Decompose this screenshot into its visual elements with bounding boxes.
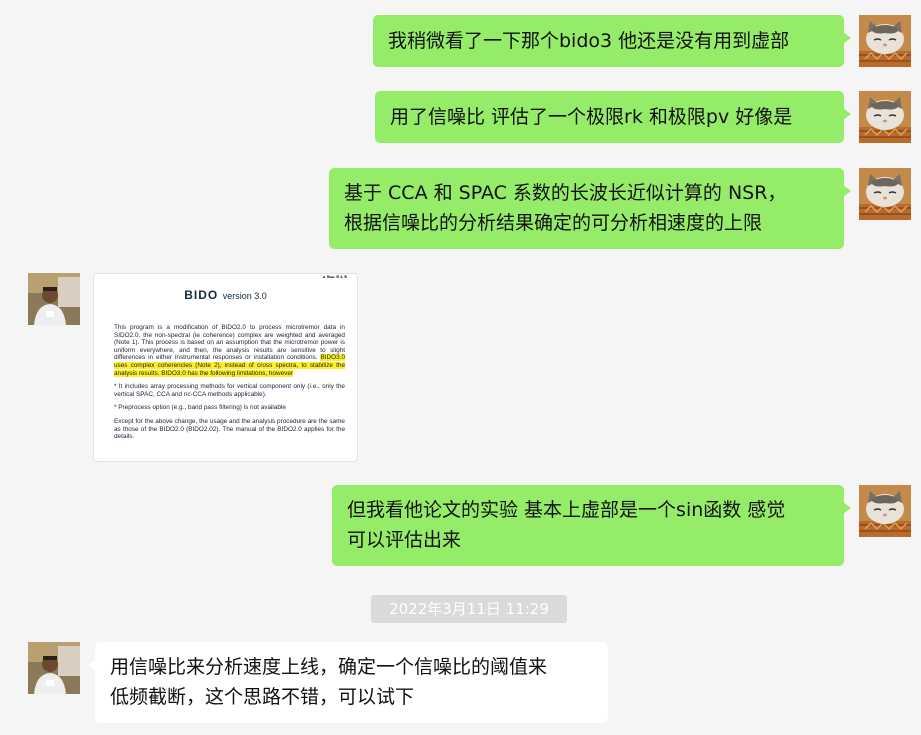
doc-paragraph: * Preprocess option (e.g., band pass fil…	[114, 404, 286, 412]
person-avatar-icon	[28, 642, 80, 694]
doc-title: BIDO version 3.0	[94, 286, 357, 304]
doc-paragraph: This program is a modification of BIDO2.…	[114, 324, 345, 377]
avatar-other[interactable]	[28, 642, 80, 694]
cat-avatar-icon	[859, 91, 911, 143]
avatar-me[interactable]	[859, 91, 911, 143]
message-bubble-received[interactable]: 用信噪比来分析速度上线，确定一个信噪比的阈值来 低频截断，这个思路不错，可以试下	[88, 642, 608, 723]
avatar-me[interactable]	[859, 485, 911, 537]
message-timestamp: 2022年3月11日 11:29	[371, 595, 567, 623]
doc-title-name: BIDO	[184, 288, 219, 302]
message-text-line: 根据信噪比的分析结果确定的可分析相速度的上限	[344, 212, 763, 234]
message-text-line: 但我看他论文的实验 基本上虚部是一个sin函数 感觉	[347, 499, 786, 521]
cat-avatar-icon	[859, 485, 911, 537]
message-bubble-sent[interactable]: 但我看他论文的实验 基本上虚部是一个sin函数 感觉 可以评估出来	[332, 485, 851, 566]
message-bubble-sent[interactable]: 用了信噪比 评估了一个极限rk 和极限pv 好像是	[375, 91, 851, 143]
avatar-other[interactable]	[28, 273, 80, 325]
doc-paragraph: Except for the above change, the usage a…	[114, 417, 345, 441]
message-text-line: 用信噪比来分析速度上线，确定一个信噪比的阈值来	[110, 656, 548, 678]
message-bubble-sent[interactable]: 基于 CCA 和 SPAC 系数的长波长近似计算的 NSR， 根据信噪比的分析结…	[329, 168, 851, 249]
cat-avatar-icon	[859, 15, 911, 67]
message-text-line: 低频截断，这个思路不错，可以试下	[110, 686, 415, 708]
message-text-line: 基于 CCA 和 SPAC 系数的长波长近似计算的 NSR，	[344, 182, 787, 204]
message-text: 我稍微看了一下那个bido3 他还是没有用到虚部	[388, 30, 790, 52]
message-text: 用了信噪比 评估了一个极限rk 和极限pv 好像是	[390, 106, 793, 128]
avatar-me[interactable]	[859, 168, 911, 220]
cat-avatar-icon	[859, 168, 911, 220]
doc-paragraph: * It includes array processing methods f…	[114, 383, 345, 398]
doc-title-version: version 3.0	[222, 291, 267, 301]
avatar-me[interactable]	[859, 15, 911, 67]
doc-corner-text: ▲■▬ ■▲■	[321, 274, 347, 280]
doc-paragraph-text: This program is a modification of BIDO2.…	[114, 324, 345, 362]
doc-body: This program is a modification of BIDO2.…	[114, 324, 345, 447]
shared-document-image[interactable]: ▲■▬ ■▲■ BIDO version 3.0 This program is…	[93, 273, 358, 462]
message-text-line: 可以评估出来	[347, 529, 462, 551]
message-bubble-sent[interactable]: 我稍微看了一下那个bido3 他还是没有用到虚部	[373, 15, 851, 67]
person-avatar-icon	[28, 273, 80, 325]
